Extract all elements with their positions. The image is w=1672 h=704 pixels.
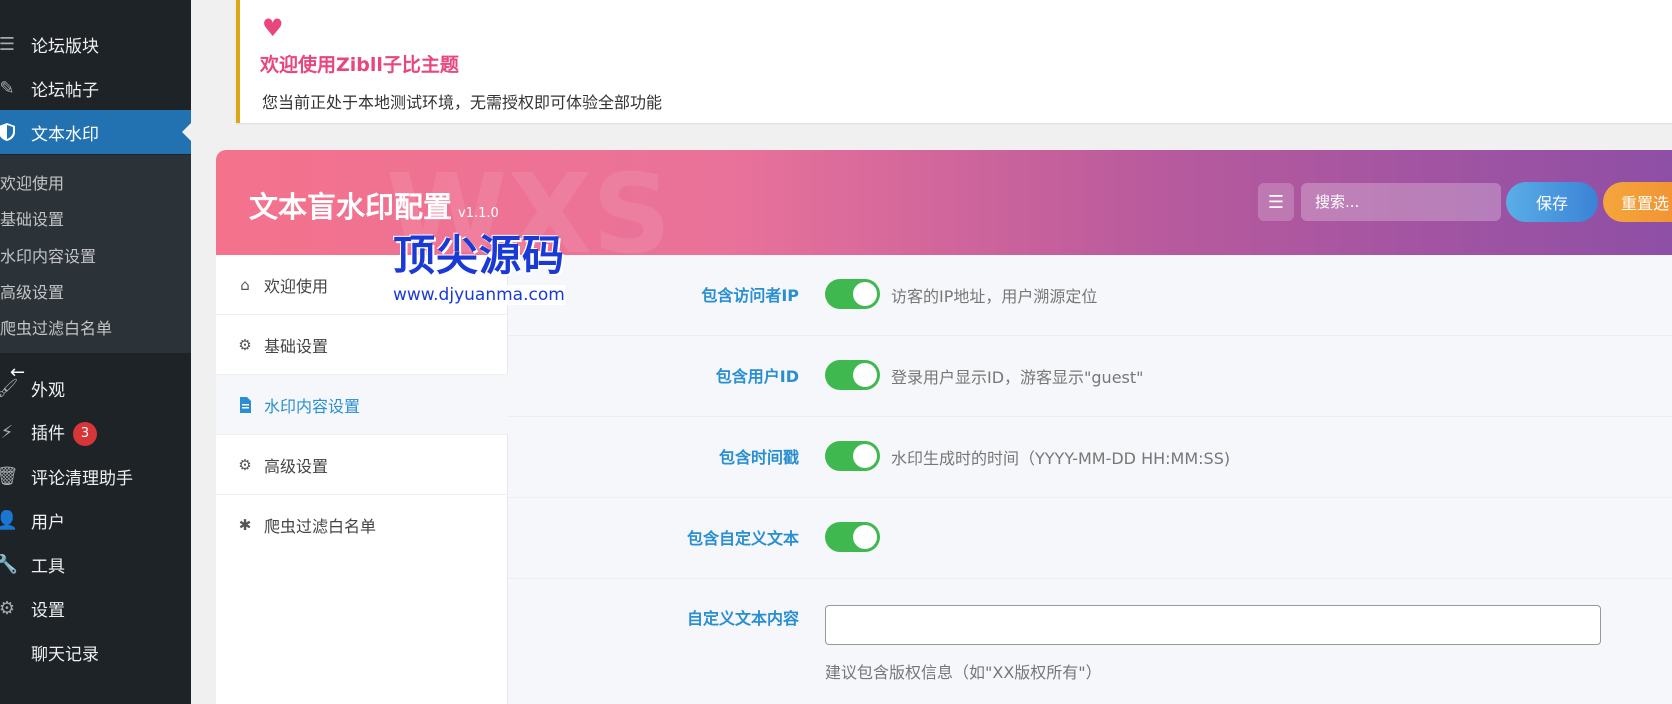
menu-item-label: 设置 (31, 600, 65, 621)
gears-icon: ⚙ (238, 455, 252, 474)
panel-nav: ⌂ 欢迎使用 ⚙ 基础设置 水印内容设置 ⚙ 高级设置 ✱ 爬虫过滤白名单 (216, 255, 508, 704)
setting-row-timestamp: 包含时间戳 水印生成时的时间（YYYY-MM-DD HH:MM:SS) (508, 417, 1672, 498)
gear-icon: ⚙ (238, 335, 252, 354)
menu-item-settings[interactable]: ⚙ 设置 (0, 586, 191, 630)
timestamp-toggle[interactable] (825, 441, 880, 471)
user-icon: 👤 (0, 509, 19, 531)
nav-item-content[interactable]: 水印内容设置 (216, 375, 508, 435)
menu-item-label-wrap: 插件 3 (31, 419, 97, 446)
reset-button[interactable]: 重置选 (1603, 182, 1672, 222)
shield-icon (0, 121, 18, 143)
nav-item-label: 欢迎使用 (264, 276, 329, 296)
menu-item-appearance[interactable]: 🖌 外观 (0, 366, 191, 410)
setting-desc: 访客的IP地址，用户溯源定位 (891, 287, 1098, 306)
menu-item-tools[interactable]: 🔧 工具 (0, 542, 191, 586)
overlay-logo: 顶尖源码 www.djyuanma.com (393, 222, 566, 305)
menu-item-label: 文本水印 (31, 124, 99, 145)
page-title: 文本盲水印配置 v1.1.0 (249, 184, 499, 226)
home-icon: ⌂ (240, 275, 250, 294)
submenu: 欢迎使用 基础设置 水印内容设置 高级设置 爬虫过滤白名单 (0, 155, 191, 353)
menu-item-label: 工具 (31, 556, 65, 577)
update-count-badge: 3 (73, 421, 97, 446)
overlay-logo-title: 顶尖源码 (393, 231, 566, 280)
nav-item-label: 高级设置 (264, 456, 329, 476)
menu-item-forum-boards[interactable]: ☰ 论坛版块 (0, 22, 191, 66)
setting-row-ip: 包含访问者IP 访客的IP地址，用户溯源定位 (508, 255, 1672, 336)
plugin-icon: ⚡ (0, 421, 14, 443)
setting-row-custom-text: 包含自定义文本 (508, 498, 1672, 579)
nav-item-advanced[interactable]: ⚙ 高级设置 (216, 435, 508, 495)
submenu-item-crawler[interactable]: 爬虫过滤白名单 (0, 315, 112, 339)
menu-item-label: 聊天记录 (31, 644, 99, 665)
menu-item-text-watermark[interactable]: 文本水印 (0, 110, 191, 154)
pen-icon: ✎ (0, 77, 15, 99)
nav-item-basic[interactable]: ⚙ 基础设置 (216, 315, 508, 375)
notice-title: 欢迎使用Zibll子比主题 (260, 54, 459, 76)
custom-text-input[interactable] (825, 605, 1601, 645)
submenu-item-content[interactable]: 水印内容设置 (0, 243, 96, 267)
page-title-text: 文本盲水印配置 (249, 190, 453, 224)
setting-row-user-id: 包含用户ID 登录用户显示ID，游客显示"guest" (508, 336, 1672, 417)
menu-item-label: 论坛帖子 (31, 80, 99, 101)
submenu-item-advanced[interactable]: 高级设置 (0, 279, 64, 303)
notice-text: 您当前正处于本地测试环境，无需授权即可体验全部功能 (262, 93, 663, 112)
submenu-item-basic[interactable]: 基础设置 (0, 206, 64, 230)
bug-icon: ✱ (238, 516, 252, 534)
save-button[interactable]: 保存 (1506, 182, 1598, 222)
menu-item-label: 用户 (31, 512, 65, 533)
menu-item-forum-posts[interactable]: ✎ 论坛帖子 (0, 66, 191, 110)
menu-item-plugins[interactable]: ⚡ 插件 3 (0, 410, 191, 454)
nav-item-label: 基础设置 (264, 336, 329, 356)
menu-item-chat-log[interactable]: 聊天记录 (0, 630, 191, 674)
toggle-menu-icon[interactable]: ☰ (1258, 183, 1294, 221)
setting-desc: 水印生成时的时间（YYYY-MM-DD HH:MM:SS) (891, 449, 1231, 468)
nav-item-label: 爬虫过滤白名单 (264, 517, 377, 536)
setting-label: 包含时间戳 (718, 448, 799, 467)
menu-item-label: 外观 (31, 380, 65, 401)
menu-item-users[interactable]: 👤 用户 (0, 498, 191, 542)
brush-icon: 🖌 (0, 377, 19, 399)
version-label: v1.1.0 (458, 206, 499, 221)
custom-text-toggle[interactable] (825, 522, 880, 552)
submenu-item-welcome[interactable]: 欢迎使用 (0, 170, 64, 194)
user-id-toggle[interactable] (825, 360, 880, 390)
setting-hint: 建议包含版权信息（如"XX版权所有"） (825, 663, 1102, 682)
document-icon (236, 396, 254, 414)
forum-icon: ☰ (0, 33, 16, 55)
heart-icon: ♥ (262, 14, 284, 42)
setting-label: 包含用户ID (715, 367, 799, 386)
setting-desc: 登录用户显示ID，游客显示"guest" (891, 368, 1144, 387)
trash-icon: 🗑 (0, 465, 19, 487)
setting-row-custom-content: 自定义文本内容 建议包含版权信息（如"XX版权所有"） (508, 579, 1672, 704)
menu-item-label: 插件 (31, 423, 65, 444)
settings-icon: ⚙ (0, 597, 16, 619)
overlay-logo-url: www.djyuanma.com (393, 285, 566, 305)
admin-sidebar: ☰ 论坛版块 ✎ 论坛帖子 文本水印 欢迎使用 基础设置 水印内容设置 高级设置… (0, 0, 191, 704)
ip-toggle[interactable] (825, 279, 880, 309)
menu-item-label: 论坛版块 (31, 36, 99, 57)
setting-label: 自定义文本内容 (686, 609, 799, 628)
search-input[interactable] (1301, 183, 1501, 221)
menu-item-label: 评论清理助手 (31, 468, 133, 489)
menu-item-comment-cleaner[interactable]: 🗑 评论清理助手 (0, 454, 191, 498)
welcome-notice: ♥ 欢迎使用Zibll子比主题 您当前正处于本地测试环境，无需授权即可体验全部功… (236, 0, 1672, 123)
nav-item-crawler[interactable]: ✱ 爬虫过滤白名单 (216, 495, 508, 555)
wrench-icon: 🔧 (0, 553, 19, 575)
setting-label: 包含自定义文本 (686, 529, 799, 548)
setting-label: 包含访问者IP (701, 286, 799, 305)
nav-item-label: 水印内容设置 (264, 396, 361, 416)
